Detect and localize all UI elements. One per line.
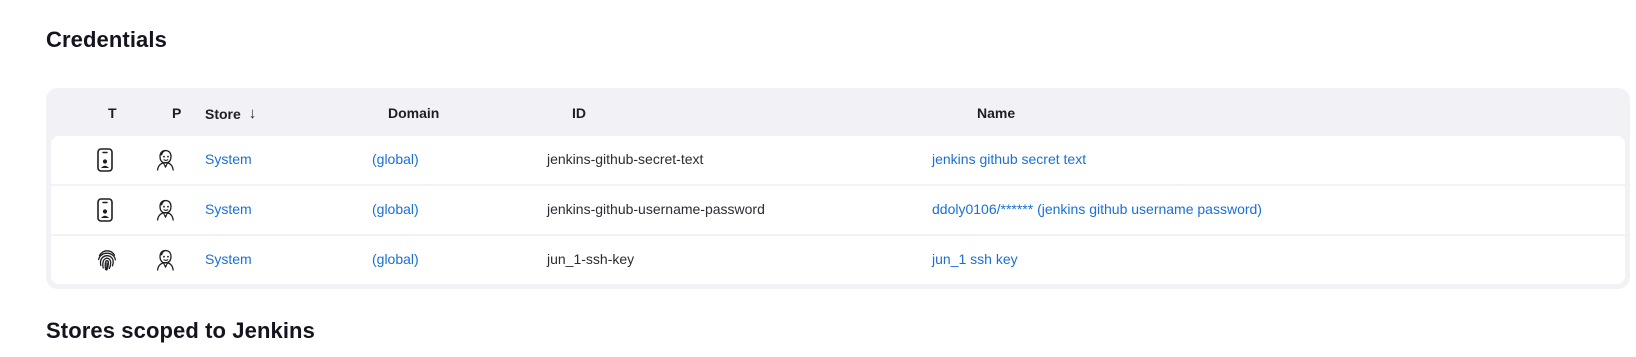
credential-id: jun_1-ssh-key	[547, 251, 635, 267]
header-id[interactable]: ID	[572, 105, 586, 121]
phone-icon	[96, 148, 116, 172]
table-row: System (global) jun_1-ssh-key jun_1 ssh …	[51, 236, 1625, 284]
header-type[interactable]: T	[108, 105, 117, 121]
store-link[interactable]: System	[205, 251, 252, 267]
stores-heading: Stores scoped to Jenkins	[46, 318, 315, 343]
header-name[interactable]: Name	[977, 105, 1015, 121]
header-provider[interactable]: P	[172, 105, 181, 121]
table-row: System (global) jenkins-github-username-…	[51, 186, 1625, 234]
fingerprint-icon	[96, 248, 117, 272]
domain-link[interactable]: (global)	[372, 151, 419, 167]
jenkins-icon	[153, 198, 177, 222]
table-body: System (global) jenkins-github-secret-te…	[51, 136, 1625, 284]
jenkins-icon	[153, 148, 177, 172]
store-link[interactable]: System	[205, 201, 252, 217]
sort-down-icon: ↓	[248, 105, 257, 122]
jenkins-icon	[153, 248, 177, 272]
header-store-label: Store	[205, 105, 241, 122]
page: Credentials T P Store ↓ Domain ID Name S…	[0, 0, 1636, 357]
header-store[interactable]: Store ↓	[205, 105, 256, 122]
credential-id: jenkins-github-username-password	[547, 201, 765, 217]
header-domain[interactable]: Domain	[388, 105, 439, 121]
domain-link[interactable]: (global)	[372, 251, 419, 267]
credential-id: jenkins-github-secret-text	[547, 151, 704, 167]
domain-link[interactable]: (global)	[372, 201, 419, 217]
credential-name-link[interactable]: jun_1 ssh key	[932, 251, 1018, 267]
table-header: T P Store ↓ Domain ID Name	[51, 88, 1625, 136]
table-row: System (global) jenkins-github-secret-te…	[51, 136, 1625, 184]
store-link[interactable]: System	[205, 151, 252, 167]
credentials-table: T P Store ↓ Domain ID Name System (globa…	[46, 88, 1630, 289]
credentials-heading: Credentials	[46, 27, 167, 52]
credential-name-link[interactable]: ddoly0106/****** (jenkins github usernam…	[932, 201, 1262, 217]
phone-icon	[96, 198, 116, 222]
credential-name-link[interactable]: jenkins github secret text	[932, 151, 1086, 167]
